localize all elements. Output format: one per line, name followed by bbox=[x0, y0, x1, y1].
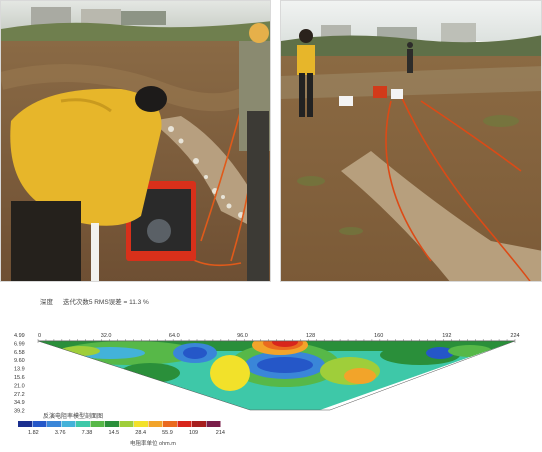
legend-swatch bbox=[76, 421, 90, 427]
depth-tick-label: 9.60 bbox=[14, 358, 25, 364]
rms-info: 迭代次数5 RMS误差 = 11.3 % bbox=[62, 299, 149, 306]
section-contours bbox=[38, 341, 515, 410]
legend-swatch bbox=[163, 421, 177, 427]
depth-tick-label: 6.58 bbox=[14, 350, 25, 356]
depth-tick-label: 6.99 bbox=[14, 341, 25, 347]
legend-swatch bbox=[105, 421, 119, 427]
legend-value: 14.5 bbox=[108, 430, 119, 436]
x-tick-label: 160 bbox=[374, 333, 383, 339]
legend-value: 28.4 bbox=[135, 430, 146, 436]
legend-swatch bbox=[192, 421, 206, 427]
resistivity-plot: 0 32.0 64.0 96.0 128 160 192 224 4.99 6.99 6.58 9.… bbox=[14, 333, 520, 436]
legend-swatch bbox=[119, 421, 134, 427]
x-tick-label: 224 bbox=[510, 333, 519, 339]
x-tick-label: 0 bbox=[38, 333, 41, 339]
depth-header-label: 深度 bbox=[40, 299, 53, 306]
unit-label: 电阻率单位 ohm.m bbox=[130, 441, 176, 447]
legend-swatch bbox=[47, 421, 61, 427]
legend-value: 7.38 bbox=[82, 430, 93, 436]
legend-swatch bbox=[61, 421, 76, 427]
depth-tick-label: 27.2 bbox=[14, 392, 25, 398]
depth-tick-label: 34.9 bbox=[14, 400, 25, 406]
legend-value: 109 bbox=[189, 430, 198, 436]
legend-title: 反演电阻率模型剖面图 bbox=[43, 414, 104, 420]
legend-swatch bbox=[148, 421, 163, 427]
depth-tick-label: 15.6 bbox=[14, 375, 25, 381]
legend-swatch bbox=[177, 421, 192, 427]
depth-tick-label: 21.0 bbox=[14, 383, 25, 389]
depth-tick-label: 4.99 bbox=[14, 333, 25, 339]
depth-tick-label: 13.9 bbox=[14, 367, 25, 373]
legend-swatch bbox=[18, 421, 32, 427]
field-photo-left bbox=[0, 0, 271, 282]
color-legend: 1.82 3.76 7.38 14.5 28.4 55.9 109 214 bbox=[18, 421, 225, 436]
section-header: 深度 迭代次数5 RMS误差 = 11.3 % bbox=[40, 296, 157, 306]
field-photo-right bbox=[280, 0, 542, 282]
legend-value: 214 bbox=[216, 430, 225, 436]
legend-swatch bbox=[32, 421, 47, 427]
legend-value: 1.82 bbox=[28, 430, 39, 436]
x-tick-label: 128 bbox=[306, 333, 315, 339]
legend-value: 3.76 bbox=[55, 430, 66, 436]
x-tick-label: 32.0 bbox=[101, 333, 112, 339]
legend-swatch bbox=[206, 421, 221, 427]
legend-swatch bbox=[134, 421, 148, 427]
x-tick-label: 64.0 bbox=[169, 333, 180, 339]
resistivity-section: 深度 迭代次数5 RMS误差 = 11.3 % 0 32.0 64.0 96.0… bbox=[0, 293, 542, 447]
x-tick-label: 96.0 bbox=[237, 333, 248, 339]
depth-tick-label: 39.2 bbox=[14, 409, 25, 415]
legend-value: 55.9 bbox=[162, 430, 173, 436]
x-tick-label: 192 bbox=[442, 333, 451, 339]
legend-swatch bbox=[90, 421, 105, 427]
